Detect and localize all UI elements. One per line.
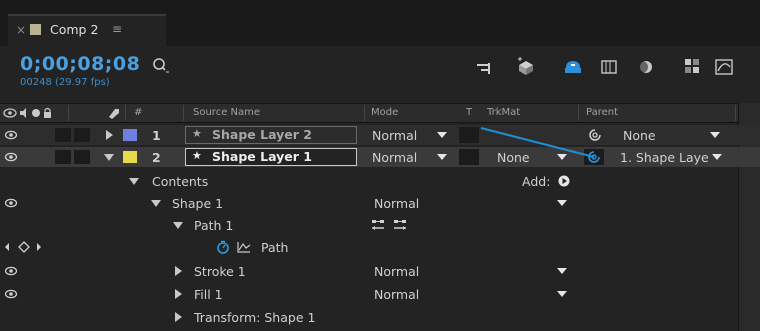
tree-row-stroke1[interactable]: Stroke 1 Normal xyxy=(0,261,760,281)
fill1-label: Fill 1 xyxy=(194,287,223,302)
visibility-eye-icon[interactable] xyxy=(5,197,17,209)
keyframe-navigator-icons[interactable] xyxy=(4,241,44,253)
pickwhip-drag-line xyxy=(480,127,595,158)
path-direction-icons[interactable] xyxy=(372,218,412,232)
stopwatch-icon[interactable] xyxy=(216,240,230,254)
expand-fill1-arrow-icon[interactable] xyxy=(175,289,182,299)
collapse-path1-arrow-icon[interactable] xyxy=(173,222,183,229)
collapse-shape1-arrow-icon[interactable] xyxy=(151,200,161,207)
contents-label: Contents xyxy=(152,174,209,189)
graph-curve-icon xyxy=(237,242,251,253)
stroke1-blend-mode-select[interactable]: Normal xyxy=(374,264,419,279)
fill1-mode-dropdown-arrow-icon[interactable] xyxy=(557,291,567,297)
collapse-contents-arrow-icon[interactable] xyxy=(129,178,139,185)
tree-row-path1[interactable]: Path 1 xyxy=(0,215,760,235)
visibility-eye-icon[interactable] xyxy=(5,288,17,300)
expand-stroke1-arrow-icon[interactable] xyxy=(175,266,182,276)
tree-row-transform[interactable]: Transform: Shape 1 xyxy=(0,307,760,327)
stroke1-mode-dropdown-arrow-icon[interactable] xyxy=(557,268,567,274)
tree-row-shape1[interactable]: Shape 1 Normal xyxy=(0,193,760,213)
contents-row[interactable]: Contents Add: xyxy=(0,171,760,191)
visibility-eye-icon[interactable] xyxy=(5,265,17,277)
tree-row-path-property[interactable]: Path xyxy=(0,237,760,257)
shape1-blend-mode-select[interactable]: Normal xyxy=(374,196,419,211)
shape1-label: Shape 1 xyxy=(172,196,224,211)
stroke1-label: Stroke 1 xyxy=(194,264,246,279)
shape1-mode-dropdown-arrow-icon[interactable] xyxy=(557,200,567,206)
add-menu-button-icon[interactable] xyxy=(558,175,570,187)
fill1-blend-mode-select[interactable]: Normal xyxy=(374,287,419,302)
path-property-label: Path xyxy=(261,240,289,255)
add-label: Add: xyxy=(522,174,551,189)
transform-label: Transform: Shape 1 xyxy=(194,310,316,325)
path1-label: Path 1 xyxy=(194,218,234,233)
expand-transform-arrow-icon[interactable] xyxy=(175,312,182,322)
tree-row-fill1[interactable]: Fill 1 Normal xyxy=(0,284,760,304)
